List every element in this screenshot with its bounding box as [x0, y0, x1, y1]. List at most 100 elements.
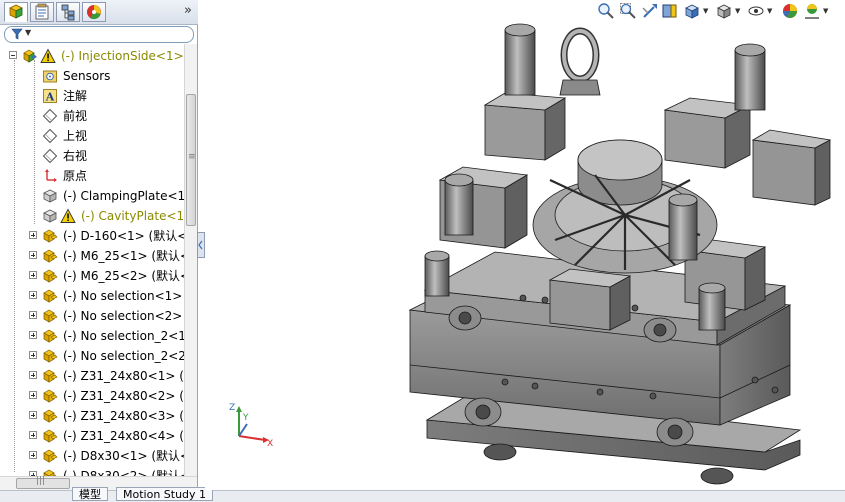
- tree-item-m6-25-2[interactable]: (-) M6_25<2> (默认<: [0, 266, 184, 286]
- scroll-grip: ≡: [188, 152, 196, 162]
- tree-item-z31-4[interactable]: (-) Z31_24x80<4> (默: [0, 426, 184, 446]
- tab-model[interactable]: 模型: [72, 487, 108, 501]
- tree-item-label: (-) Z31_24x80<2> (默: [63, 389, 184, 403]
- plane-icon: [42, 128, 58, 144]
- tree-item-label: (-) InjectionSide<1>: [61, 49, 184, 63]
- assembly-icon: [43, 309, 58, 323]
- tree-item-label: 原点: [63, 169, 88, 183]
- tree-item-label: 前视: [63, 109, 88, 123]
- tree-item-no-selection-2-2[interactable]: (-) No selection_2<2: [0, 346, 184, 366]
- tree-item-d160-1[interactable]: (-) D-160<1> (默认<: [0, 226, 184, 246]
- assembly-icon: [23, 49, 37, 63]
- featuremanager-tab[interactable]: [4, 2, 28, 22]
- feature-manager-panel: » ▼ (-) InjectionSide<1> Sensors A 注解 前视…: [0, 0, 198, 502]
- tree-item-label: (-) ClampingPlate<1: [63, 189, 184, 203]
- tree-item-label: (-) D8x30<2> (默认<: [63, 469, 184, 476]
- sensors-folder-icon: [43, 70, 57, 83]
- tree-item-label: (-) D8x30<1> (默认<: [63, 449, 184, 463]
- triad-x-label: X: [267, 439, 273, 446]
- tree-item-sensors[interactable]: Sensors: [0, 66, 184, 86]
- tree-item-label: (-) Z31_24x80<3> (默: [63, 409, 184, 423]
- tree-item-z31-2[interactable]: (-) Z31_24x80<2> (默: [0, 386, 184, 406]
- expand-toggle[interactable]: [29, 371, 37, 379]
- mould-assembly-model[interactable]: [205, 0, 845, 490]
- propertymanager-tab[interactable]: [30, 2, 54, 22]
- tree-item-label: (-) Z31_24x80<1> (默: [63, 369, 184, 383]
- more-tabs-button[interactable]: »: [184, 3, 192, 18]
- tree-item-top-plane[interactable]: 上视: [0, 126, 184, 146]
- svg-text:A: A: [45, 91, 55, 104]
- tree-item-right-plane[interactable]: 右视: [0, 146, 184, 166]
- assembly-icon: [43, 229, 58, 243]
- tree-item-label: (-) Z31_24x80<4> (默: [63, 429, 184, 443]
- reference-triad: Z Y X: [229, 403, 273, 446]
- property-manager-icon: [35, 3, 49, 20]
- expand-toggle[interactable]: [29, 331, 37, 339]
- triad-y-label: Y: [242, 413, 249, 423]
- expand-toggle[interactable]: [29, 291, 37, 299]
- tree-item-label: 注解: [63, 89, 88, 103]
- tree-item-m6-25-1[interactable]: (-) M6_25<1> (默认<: [0, 246, 184, 266]
- plane-icon: [42, 108, 58, 124]
- tree-item-no-selection-2[interactable]: (-) No selection<2>: [0, 306, 184, 326]
- tree-item-no-selection-2-1[interactable]: (-) No selection_2<1: [0, 326, 184, 346]
- graphics-area[interactable]: ▼ ▼ ▼ ▼ Z Y X: [205, 0, 845, 490]
- tree-item-label: (-) No selection<2>: [63, 309, 183, 323]
- expand-toggle[interactable]: [29, 451, 37, 459]
- tree-item-label: (-) No selection_2<2: [63, 349, 184, 363]
- chevron-down-icon: ▼: [25, 28, 32, 37]
- assembly-icon: [43, 389, 58, 403]
- tree-item-label: (-) D-160<1> (默认<: [63, 229, 184, 243]
- configuration-icon: [61, 4, 75, 21]
- assembly-icon: [43, 449, 58, 463]
- tree-item-label: (-) No selection<1>: [63, 289, 183, 303]
- expand-toggle[interactable]: [29, 351, 37, 359]
- configuration-tab[interactable]: [56, 2, 80, 22]
- appearance-icon: [87, 5, 101, 20]
- expand-toggle[interactable]: [29, 311, 37, 319]
- origin-icon: [45, 169, 57, 182]
- tree-filter[interactable]: ▼: [4, 26, 194, 43]
- tree-item-z31-3[interactable]: (-) Z31_24x80<3> (默: [0, 406, 184, 426]
- expand-toggle[interactable]: [29, 411, 37, 419]
- tab-motion-study-1[interactable]: Motion Study 1: [116, 487, 214, 501]
- assembly-icon: [43, 269, 58, 283]
- tree-item-label: (-) M6_25<1> (默认<: [63, 249, 184, 263]
- tree-item-clampingplate[interactable]: (-) ClampingPlate<1: [0, 186, 184, 206]
- expand-toggle[interactable]: [29, 251, 37, 259]
- part-icon: [43, 209, 57, 223]
- tree-item-label: (-) CavityPlate<1>: [81, 209, 184, 223]
- expand-toggle[interactable]: [29, 431, 37, 439]
- expand-toggle[interactable]: [29, 231, 37, 239]
- triad-z-label: Z: [229, 403, 235, 413]
- tree-root-injectionside[interactable]: (-) InjectionSide<1>: [0, 46, 184, 66]
- tree-item-annotations[interactable]: A 注解: [0, 86, 184, 106]
- panel-collapse-handle[interactable]: [197, 232, 205, 258]
- tree-vertical-scrollbar[interactable]: ≡: [184, 44, 197, 476]
- tree-item-label: 右视: [63, 149, 88, 163]
- collapse-toggle[interactable]: [9, 51, 17, 59]
- assembly-icon: [43, 409, 58, 423]
- assembly-icon: [43, 429, 58, 443]
- tree-item-d8x30-1[interactable]: (-) D8x30<1> (默认<: [0, 446, 184, 466]
- tree-item-cavityplate[interactable]: (-) CavityPlate<1>: [0, 206, 184, 226]
- warning-icon: [60, 208, 76, 223]
- annotations-icon: A: [43, 89, 57, 104]
- expand-toggle[interactable]: [29, 391, 37, 399]
- vertical-scroll-thumb[interactable]: ≡: [186, 94, 196, 226]
- scroll-grip: |||: [36, 476, 46, 486]
- assembly-icon: [43, 289, 58, 303]
- tree-item-label: (-) No selection_2<1: [63, 329, 184, 343]
- tree-item-no-selection-1[interactable]: (-) No selection<1>: [0, 286, 184, 306]
- warning-icon: [40, 48, 56, 63]
- assembly-icon: [43, 329, 58, 343]
- appearance-tab[interactable]: [82, 2, 106, 22]
- assembly-icon: [43, 369, 58, 383]
- assembly-icon: [43, 349, 58, 363]
- chevron-left-icon: [198, 240, 203, 250]
- tree-item-origin[interactable]: 原点: [0, 166, 184, 186]
- tree-item-d8x30-2[interactable]: (-) D8x30<2> (默认<: [0, 466, 184, 476]
- expand-toggle[interactable]: [29, 271, 37, 279]
- tree-item-z31-1[interactable]: (-) Z31_24x80<1> (默: [0, 366, 184, 386]
- tree-item-front-plane[interactable]: 前视: [0, 106, 184, 126]
